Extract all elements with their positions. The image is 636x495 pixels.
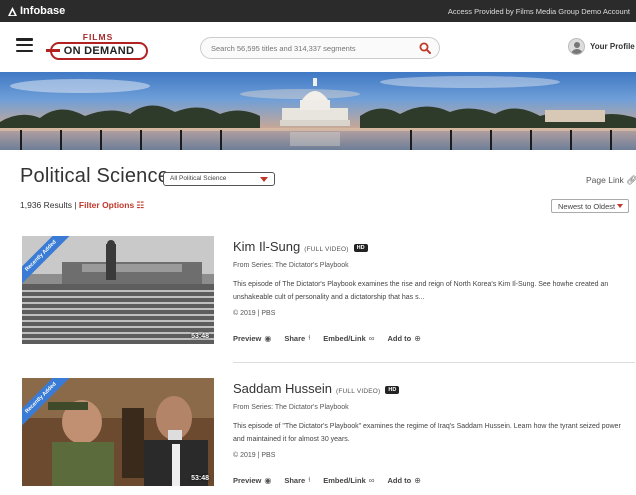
brand-main-text: ON DEMAND <box>50 42 148 60</box>
result-type: (FULL VIDEO) <box>336 388 381 395</box>
search-input[interactable] <box>211 41 411 56</box>
filter-options-label: Filter Options <box>78 200 135 210</box>
infobase-logo-text: Infobase <box>20 5 66 17</box>
embed-link-button[interactable]: Embed/Link ∞ <box>323 476 374 485</box>
video-thumbnail[interactable]: Recently Added 53:48 <box>22 236 214 344</box>
results-separator: | <box>71 200 79 210</box>
filter-options-link[interactable]: Filter Options ☷ <box>79 200 144 210</box>
result-actions: Preview ◉ Share ⫮ Embed/Link ∞ Add to ⊕ <box>233 333 434 343</box>
result-type: (FULL VIDEO) <box>304 246 349 253</box>
result-title-link[interactable]: Kim Il-Sung <box>233 239 300 254</box>
infobase-triangle-icon <box>8 6 17 16</box>
results-summary: 1,936 Results | Filter Options ☷ <box>20 200 144 211</box>
link-icon: ∞ <box>368 333 375 343</box>
search-icon[interactable] <box>419 42 431 54</box>
category-dropdown[interactable]: All Political Science <box>163 172 275 186</box>
add-to-label: Add to <box>387 333 412 343</box>
hd-badge: HD <box>353 244 368 252</box>
hamburger-menu-icon[interactable] <box>16 38 33 52</box>
result-item: Recently Added 53:48 Kim Il-Sung (FULL V… <box>0 236 636 363</box>
infobase-logo[interactable]: Infobase <box>8 5 65 17</box>
page-link-label: Page Link <box>586 175 624 185</box>
result-description: This episode of "The Dictator's Playbook… <box>233 423 621 443</box>
link-icon: 🔗︎ <box>626 175 636 185</box>
embed-label: Embed/Link <box>323 333 366 343</box>
chevron-down-icon <box>617 204 623 208</box>
result-meta: © 2019 | PBS <box>233 452 276 459</box>
preview-label: Preview <box>233 475 262 485</box>
add-to-button[interactable]: Add to ⊕ <box>387 476 420 485</box>
add-to-label: Add to <box>387 475 412 485</box>
video-duration: 53:48 <box>191 333 209 340</box>
page-link[interactable]: Page Link 🔗︎ <box>586 175 636 186</box>
video-thumbnail[interactable]: Recently Added 53:48 <box>22 378 214 486</box>
video-duration: 53:48 <box>191 475 209 482</box>
capitol-banner-image <box>0 72 636 150</box>
share-button[interactable]: Share ⫮ <box>284 475 310 485</box>
result-description: This episode of The Dictator's Playbook … <box>233 281 609 301</box>
result-title-row: Saddam Hussein (FULL VIDEO) HD <box>233 381 400 396</box>
access-text: Access Provided by Films Media Group Dem… <box>447 6 630 16</box>
result-series[interactable]: From Series: The Dictator's Playbook <box>233 404 349 411</box>
share-button[interactable]: Share ⫮ <box>284 333 310 343</box>
plus-circle-icon: ⊕ <box>414 333 421 343</box>
result-actions: Preview ◉ Share ⫮ Embed/Link ∞ Add to ⊕ <box>233 475 434 485</box>
result-divider <box>233 362 635 363</box>
plus-circle-icon: ⊕ <box>414 475 421 485</box>
link-icon: ∞ <box>368 475 375 485</box>
site-header: FILMS ON DEMAND Your Profile <box>0 22 636 72</box>
sliders-icon: ☷ <box>136 200 145 210</box>
result-title-row: Kim Il-Sung (FULL VIDEO) HD <box>233 239 368 254</box>
embed-label: Embed/Link <box>323 475 366 485</box>
result-item: Recently Added 53:48 Saddam Hussein (FUL… <box>0 378 636 495</box>
result-series[interactable]: From Series: The Dictator's Playbook <box>233 262 349 269</box>
brand-top-text: FILMS <box>82 32 114 42</box>
eye-icon: ◉ <box>264 333 272 343</box>
embed-link-button[interactable]: Embed/Link ∞ <box>323 334 374 343</box>
page-title: Political Science <box>20 165 170 187</box>
preview-button[interactable]: Preview ◉ <box>233 334 271 343</box>
hd-badge: HD <box>385 386 400 394</box>
share-label: Share <box>284 475 306 485</box>
result-title-link[interactable]: Saddam Hussein <box>233 381 332 396</box>
chevron-down-icon <box>260 177 268 182</box>
sort-dropdown-value: Newest to Oldest <box>558 202 616 211</box>
films-on-demand-logo[interactable]: FILMS ON DEMAND <box>46 32 150 62</box>
add-to-button[interactable]: Add to ⊕ <box>387 334 420 343</box>
eye-icon: ◉ <box>264 475 272 485</box>
share-icon: ⫮ <box>308 475 311 484</box>
profile-label: Your Profile <box>590 42 635 51</box>
results-count: 1,936 Results <box>20 200 72 210</box>
profile-link[interactable]: Your Profile <box>568 38 635 55</box>
sort-dropdown[interactable]: Newest to Oldest <box>551 199 629 213</box>
preview-button[interactable]: Preview ◉ <box>233 476 271 485</box>
result-meta: © 2019 | PBS <box>233 310 276 317</box>
search-box <box>200 37 440 59</box>
share-label: Share <box>284 333 306 343</box>
top-bar: Infobase Access Provided by Films Media … <box>0 0 636 22</box>
user-avatar-icon <box>568 38 585 55</box>
preview-label: Preview <box>233 333 262 343</box>
category-dropdown-value: All Political Science <box>170 175 227 182</box>
share-icon: ⫮ <box>308 333 311 342</box>
